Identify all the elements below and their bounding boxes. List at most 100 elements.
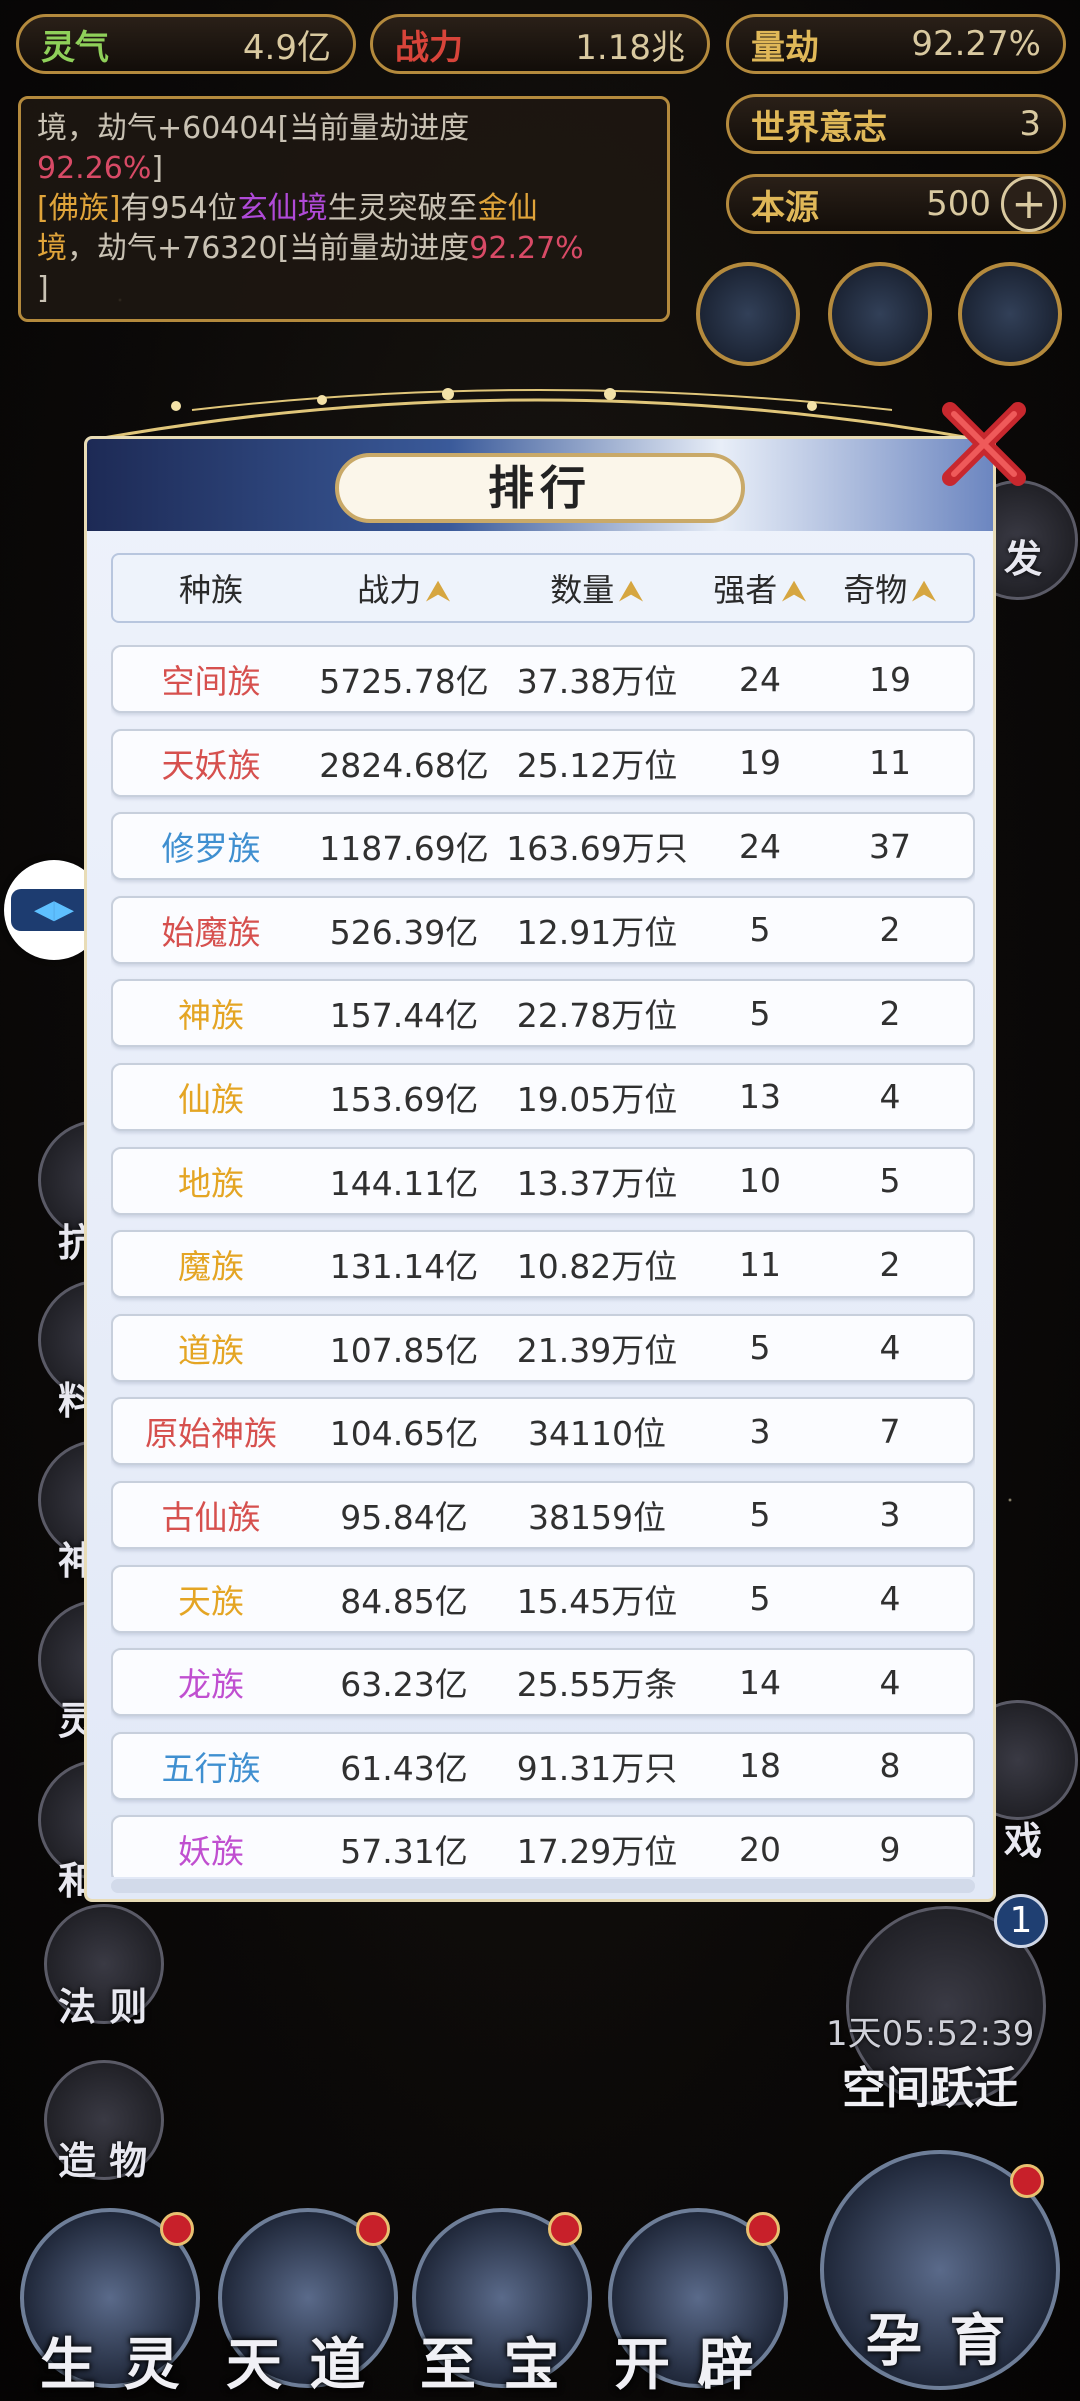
table-row[interactable]: 神族 157.44亿 22.78万位 5 2 [111,979,975,1048]
stat-zhanli-label: 战力 [395,27,463,68]
header-strong[interactable]: 强者 ⮝ [695,565,825,611]
race-cell: 古仙族 [161,1497,261,1537]
log-line-3: 境，劫气+76320[当前量劫进度92.27% [37,231,584,266]
race-cell: 道族 [178,1330,244,1370]
right-side-label-1: 发 [1004,537,1043,581]
add-source-button[interactable]: + [1001,176,1057,232]
table-row[interactable]: 仙族 153.69亿 19.05万位 13 4 [111,1062,975,1131]
nav-zhibao-label: 至 宝 [420,2333,564,2398]
treasure-cell: 4 [879,1662,901,1702]
table-row[interactable]: 妖族 57.31亿 17.29万位 20 9 [111,1815,975,1877]
phone-icon[interactable] [696,262,800,366]
sort-treasure-icon[interactable]: ⮝ [911,574,937,609]
right-side-label-2: 戏 [1004,1819,1043,1863]
stat-source[interactable]: 本源 500 + [726,174,1066,234]
power-cell: 157.44亿 [329,996,479,1036]
ranking-scrollbar[interactable] [111,1879,975,1893]
strong-cell: 19 [739,743,781,783]
header-treasure[interactable]: 奇物 ⮝ [825,565,955,611]
strong-cell: 13 [739,1077,781,1117]
table-row[interactable]: 天族 84.85亿 15.45万位 5 4 [111,1564,975,1633]
treasure-cell: 9 [879,1829,901,1869]
table-row[interactable]: 原始神族 104.65亿 34110位 3 7 [111,1397,975,1466]
ranking-list[interactable]: 空间族 5725.78亿 37.38万位 24 19 天妖族 2824.68亿 25.12万位… [111,645,975,1877]
count-cell: 15.45万位 [516,1581,678,1621]
nav-kaipi-label: 开 辟 [614,2333,758,2398]
count-cell: 10.82万位 [516,1247,678,1287]
strong-cell: 5 [749,1495,771,1535]
table-row[interactable]: 始魔族 526.39亿 12.91万位 5 2 [111,895,975,964]
power-cell: 107.85亿 [329,1330,479,1370]
space-jump-badge: 1 [994,1894,1048,1948]
strong-cell: 11 [739,1244,781,1284]
log-line-4: ] [37,271,49,306]
table-row[interactable]: 空间族 5725.78亿 37.38万位 24 19 [111,645,975,713]
stat-world-will[interactable]: 世界意志 3 [726,94,1066,154]
scroll-icon[interactable] [958,262,1062,366]
stat-lingqi[interactable]: 灵气 4.9亿 [16,14,356,74]
power-cell: 153.69亿 [329,1079,479,1119]
treasure-cell: 8 [879,1746,901,1786]
treasure-cell: 11 [869,743,911,783]
count-cell: 25.55万条 [516,1665,678,1705]
ranking-modal: 排行 种族 战力 ⮝ 数量 ⮝ 强者 ⮝ 奇物 ⮝ 空间族 5725.78亿 37.38万位… [84,436,996,1902]
log-line-2: [佛族]有954位玄仙境生灵突破至金仙 [37,191,538,226]
stat-liangjie-value: 92.27% [911,24,1041,64]
fa-ze-label: 法 则 [58,1985,148,2029]
table-row[interactable]: 魔族 131.14亿 10.82万位 11 2 [111,1230,975,1299]
count-cell: 19.05万位 [516,1079,678,1119]
power-cell: 84.85亿 [340,1581,468,1621]
close-icon[interactable] [936,396,1032,492]
log-line-1: 境，劫气+60404[当前量劫进度 [37,111,470,146]
strong-cell: 24 [739,826,781,866]
table-row[interactable]: 龙族 63.23亿 25.55万条 14 4 [111,1648,975,1717]
power-cell: 61.43亿 [340,1748,468,1788]
stat-zhanli[interactable]: 战力 1.18兆 [370,14,710,74]
nav-tiandao-label: 天 道 [226,2333,370,2398]
header-power[interactable]: 战力 ⮝ [309,565,499,611]
race-cell: 始魔族 [161,912,261,952]
count-cell: 91.31万只 [516,1748,678,1788]
strong-cell: 10 [739,1161,781,1201]
race-cell: 龙族 [178,1665,244,1705]
power-cell: 2824.68亿 [319,745,489,785]
table-row[interactable]: 道族 107.85亿 21.39万位 5 4 [111,1313,975,1382]
stat-source-value: 500 [926,184,991,224]
table-row[interactable]: 修罗族 1187.69亿 163.69万只 24 37 [111,812,975,881]
count-cell: 12.91万位 [516,912,678,952]
stat-world-will-label: 世界意志 [751,107,887,148]
strong-cell: 5 [749,993,771,1033]
sort-strong-icon[interactable]: ⮝ [781,574,807,609]
ranking-header-row: 种族 战力 ⮝ 数量 ⮝ 强者 ⮝ 奇物 ⮝ [111,553,975,623]
power-cell: 144.11亿 [329,1163,479,1203]
treasure-cell: 4 [879,1579,901,1619]
power-cell: 95.84亿 [340,1497,468,1537]
power-cell: 57.31亿 [340,1832,468,1872]
power-cell: 63.23亿 [340,1665,468,1705]
header-count[interactable]: 数量 ⮝ [499,565,695,611]
table-row[interactable]: 天妖族 2824.68亿 25.12万位 19 11 [111,728,975,797]
table-row[interactable]: 五行族 61.43亿 91.31万只 18 8 [111,1731,975,1800]
race-cell: 五行族 [161,1748,261,1788]
treasure-cell: 2 [879,910,901,950]
treasure-cell: 2 [879,993,901,1033]
treasure-cell: 5 [879,1161,901,1201]
stat-liangjie-label: 量劫 [751,27,819,68]
table-row[interactable]: 地族 144.11亿 13.37万位 10 5 [111,1146,975,1215]
treasure-cell: 37 [869,826,911,866]
space-jump-label: 空间跃迁 [842,2063,1018,2114]
sort-count-icon[interactable]: ⮝ [618,574,644,609]
race-cell: 仙族 [178,1079,244,1119]
power-cell: 5725.78亿 [319,662,489,701]
table-row[interactable]: 古仙族 95.84亿 38159位 5 3 [111,1480,975,1549]
stat-liangjie[interactable]: 量劫 92.27% [726,14,1066,74]
header-race[interactable]: 种族 [113,565,309,611]
treasure-cell: 3 [879,1495,901,1535]
nav-tiandao-dot [356,2212,390,2246]
sort-power-icon[interactable]: ⮝ [425,574,451,609]
strong-cell: 14 [739,1662,781,1702]
vortex-icon[interactable] [828,262,932,366]
power-cell: 104.65亿 [329,1414,479,1454]
stat-lingqi-value: 4.9亿 [242,27,331,68]
space-jump-timer: 1天05:52:39 [826,2014,1035,2054]
